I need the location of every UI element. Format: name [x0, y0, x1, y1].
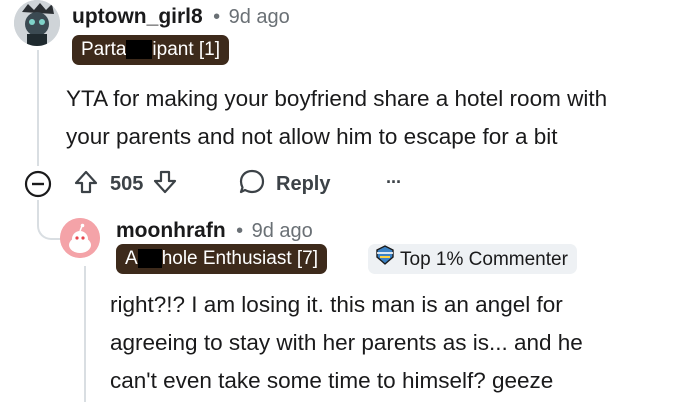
redaction-bar: [126, 40, 153, 60]
comment-body: right?!? I am losing it. this man is an …: [110, 286, 583, 400]
avatar[interactable]: [14, 0, 60, 46]
thread-line-main: [37, 50, 39, 166]
avatar[interactable]: [60, 218, 100, 258]
user-flair: Parta ipant [1]: [72, 35, 230, 65]
username[interactable]: uptown_girl8: [72, 5, 203, 28]
thread-line-reply: [84, 266, 86, 402]
downvote-icon[interactable]: [151, 168, 179, 201]
flair-text-end: ipant [1]: [152, 39, 221, 60]
flair-text-end: hole Enthusiast [7]: [161, 248, 319, 269]
comment-line: your parents and not allow him to escape…: [66, 124, 558, 149]
flair-text-start: Parta: [81, 39, 127, 60]
thread-line-branch: [37, 200, 63, 240]
separator-dot: •: [213, 6, 221, 28]
reply-label: Reply: [276, 172, 331, 195]
comment-line: right?!? I am losing it. this man is an …: [110, 292, 563, 317]
comment-line: agreeing to stay with her parents as is.…: [110, 330, 583, 355]
username[interactable]: moonhrafn: [116, 219, 226, 242]
reply-button[interactable]: Reply: [238, 168, 331, 201]
flair-text-start: A: [125, 248, 138, 269]
timestamp: 9d ago: [251, 220, 313, 242]
reply-bubble-icon: [238, 168, 266, 201]
user-flair: Ahole Enthusiast [7]: [116, 244, 328, 274]
comment-header: uptown_girl8 • 9d ago: [72, 5, 290, 29]
top-commenter-badge-icon: [374, 244, 396, 276]
vote-count: 505: [110, 172, 144, 195]
timestamp: 9d ago: [228, 6, 290, 28]
comment-line: can't even take some time to himself? ge…: [110, 368, 554, 393]
separator-dot: •: [236, 220, 244, 242]
comment-body: YTA for making your boyfriend share a ho…: [66, 80, 607, 156]
upvote-icon[interactable]: [72, 168, 100, 201]
badge-label: Top 1% Commenter: [400, 249, 568, 271]
redaction-bar: [137, 249, 162, 269]
vote-controls: 505: [72, 170, 179, 198]
more-options-icon[interactable]: ···: [386, 172, 402, 193]
comment-header: moonhrafn • 9d ago: [116, 219, 313, 243]
collapse-icon[interactable]: [24, 170, 52, 198]
top-commenter-badge: Top 1% Commenter: [368, 244, 577, 274]
comment-line: YTA for making your boyfriend share a ho…: [66, 86, 608, 111]
